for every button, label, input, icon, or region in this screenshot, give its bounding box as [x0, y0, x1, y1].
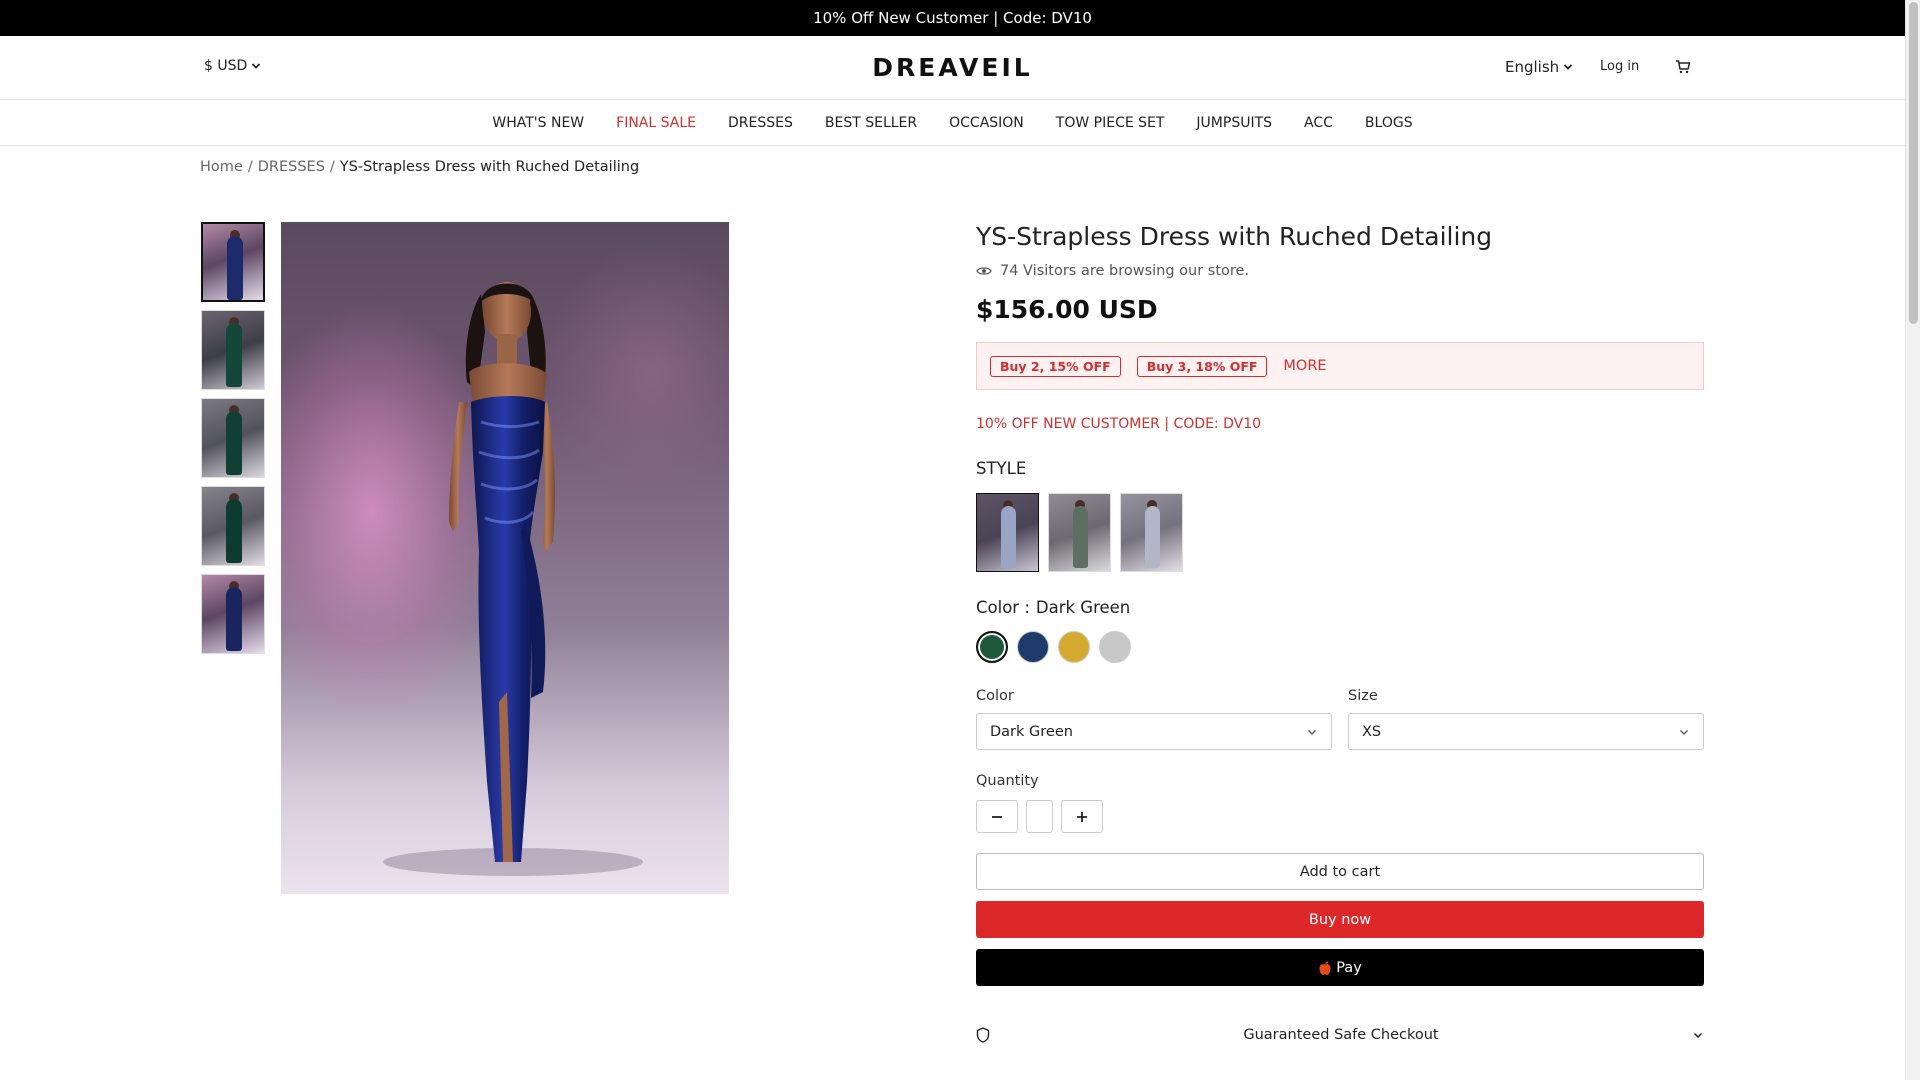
product-price: $156.00 USD [976, 295, 1158, 324]
quantity-increase-button[interactable] [1061, 800, 1103, 833]
style-options [976, 493, 1704, 572]
promo-box: Buy 2, 15% OFF Buy 3, 18% OFF MORE [976, 342, 1704, 390]
product-title: YS-Strapless Dress with Ruched Detailing [976, 222, 1493, 251]
product-info: YS-Strapless Dress with Ruched Detailing… [976, 220, 1704, 1047]
size-select-value: XS [1362, 723, 1382, 740]
breadcrumb-home[interactable]: Home [200, 159, 243, 175]
apple-icon [1319, 960, 1331, 975]
product-thumbnail[interactable] [201, 310, 265, 390]
size-select-label: Size [1348, 688, 1378, 704]
shield-icon [976, 1027, 990, 1043]
breadcrumb: Home / DRESSES / YS-Strapless Dress with… [200, 159, 639, 175]
color-select-group: Color Dark Green [976, 688, 1332, 750]
color-swatch-silver[interactable] [1099, 631, 1131, 663]
page-scrollbar[interactable] [1905, 0, 1920, 1080]
main-nav: WHAT'S NEW FINAL SALE DRESSES BEST SELLE… [0, 101, 1905, 146]
product-main-image[interactable] [281, 222, 729, 894]
breadcrumb-separator: / [247, 159, 253, 175]
style-option[interactable] [1048, 493, 1111, 572]
variant-selects: Color Dark Green Size XS [976, 688, 1704, 750]
plus-icon [1077, 811, 1087, 822]
quantity-decrease-button[interactable] [976, 800, 1018, 833]
safe-checkout-accordion[interactable]: Guaranteed Safe Checkout [976, 1023, 1704, 1047]
nav-item-jumpsuits[interactable]: JUMPSUITS [1196, 115, 1272, 131]
product-thumbnail[interactable] [201, 398, 265, 478]
quantity-input[interactable] [1026, 800, 1053, 833]
chevron-down-icon [1564, 64, 1573, 70]
color-swatch-dark-green[interactable] [976, 631, 1008, 663]
promo-badge-buy-2[interactable]: Buy 2, 15% OFF [990, 355, 1121, 377]
nav-item-acc[interactable]: ACC [1304, 115, 1333, 131]
product-thumbnail[interactable] [201, 486, 265, 566]
safe-checkout-label: Guaranteed Safe Checkout [1243, 1027, 1439, 1043]
visitors-text: 74 Visitors are browsing our store. [1000, 263, 1250, 279]
promo-badge-buy-3[interactable]: Buy 3, 18% OFF [1136, 355, 1268, 377]
minus-icon [992, 815, 1002, 818]
color-select-label: Color [976, 688, 1014, 704]
nav-item-final-sale[interactable]: FINAL SALE [616, 115, 696, 131]
size-select-group: Size XS [1348, 688, 1704, 750]
buy-now-button[interactable]: Buy now [976, 901, 1704, 938]
apple-pay-label: Pay [1336, 959, 1362, 976]
eye-icon [976, 267, 992, 275]
chevron-down-icon [1308, 729, 1316, 735]
visitors-notice: 74 Visitors are browsing our store. [976, 263, 1704, 279]
cart-button[interactable] [1674, 58, 1694, 78]
promo-more-link[interactable]: MORE [1283, 358, 1326, 374]
color-select[interactable]: Dark Green [976, 713, 1332, 750]
style-label: STYLE [976, 459, 1027, 478]
product-thumbnails [201, 222, 265, 662]
chevron-down-icon [1694, 1033, 1702, 1038]
color-select-value: Dark Green [990, 723, 1073, 740]
add-to-cart-button[interactable]: Add to cart [976, 853, 1704, 890]
nav-item-dresses[interactable]: DRESSES [728, 115, 793, 131]
language-selector[interactable]: English [1505, 58, 1573, 76]
product-thumbnail[interactable] [201, 222, 265, 302]
breadcrumb-category[interactable]: DRESSES [258, 159, 325, 175]
language-label: English [1505, 58, 1560, 76]
style-option[interactable] [976, 493, 1039, 572]
cart-icon [1676, 60, 1691, 74]
size-select[interactable]: XS [1348, 713, 1704, 750]
nav-item-whats-new[interactable]: WHAT'S NEW [492, 115, 584, 131]
breadcrumb-current: YS-Strapless Dress with Ruched Detailing [339, 159, 640, 175]
apple-pay-button[interactable]: Pay [976, 949, 1704, 986]
color-heading: Color : Dark Green [976, 598, 1704, 617]
login-link[interactable]: Log in [1600, 59, 1639, 74]
product-thumbnail[interactable] [201, 574, 265, 654]
announcement-bar: 10% Off New Customer | Code: DV10 [0, 0, 1905, 36]
nav-item-occasion[interactable]: OCCASION [949, 115, 1024, 131]
new-customer-notice: 10% OFF NEW CUSTOMER | CODE: DV10 [976, 416, 1262, 432]
color-swatch-gold[interactable] [1058, 631, 1090, 663]
nav-item-blogs[interactable]: BLOGS [1365, 115, 1413, 131]
color-swatches [976, 631, 1704, 663]
dress-figure [383, 282, 643, 876]
announcement-text: 10% Off New Customer | Code: DV10 [813, 9, 1092, 27]
site-header: $ USD DREAVEIL English Log in [0, 36, 1905, 100]
color-swatch-navy[interactable] [1017, 631, 1049, 663]
nav-item-two-piece-set[interactable]: TOW PIECE SET [1056, 115, 1165, 131]
color-heading-value: Dark Green [1035, 598, 1131, 617]
color-heading-label: Color : [976, 598, 1030, 617]
chevron-down-icon [1680, 729, 1688, 735]
quantity-label: Quantity [976, 773, 1039, 789]
quantity-stepper [976, 800, 1704, 833]
nav-item-best-seller[interactable]: BEST SELLER [825, 115, 917, 131]
style-option[interactable] [1120, 493, 1183, 572]
scrollbar-thumb[interactable] [1909, 2, 1918, 324]
breadcrumb-separator: / [329, 159, 335, 175]
